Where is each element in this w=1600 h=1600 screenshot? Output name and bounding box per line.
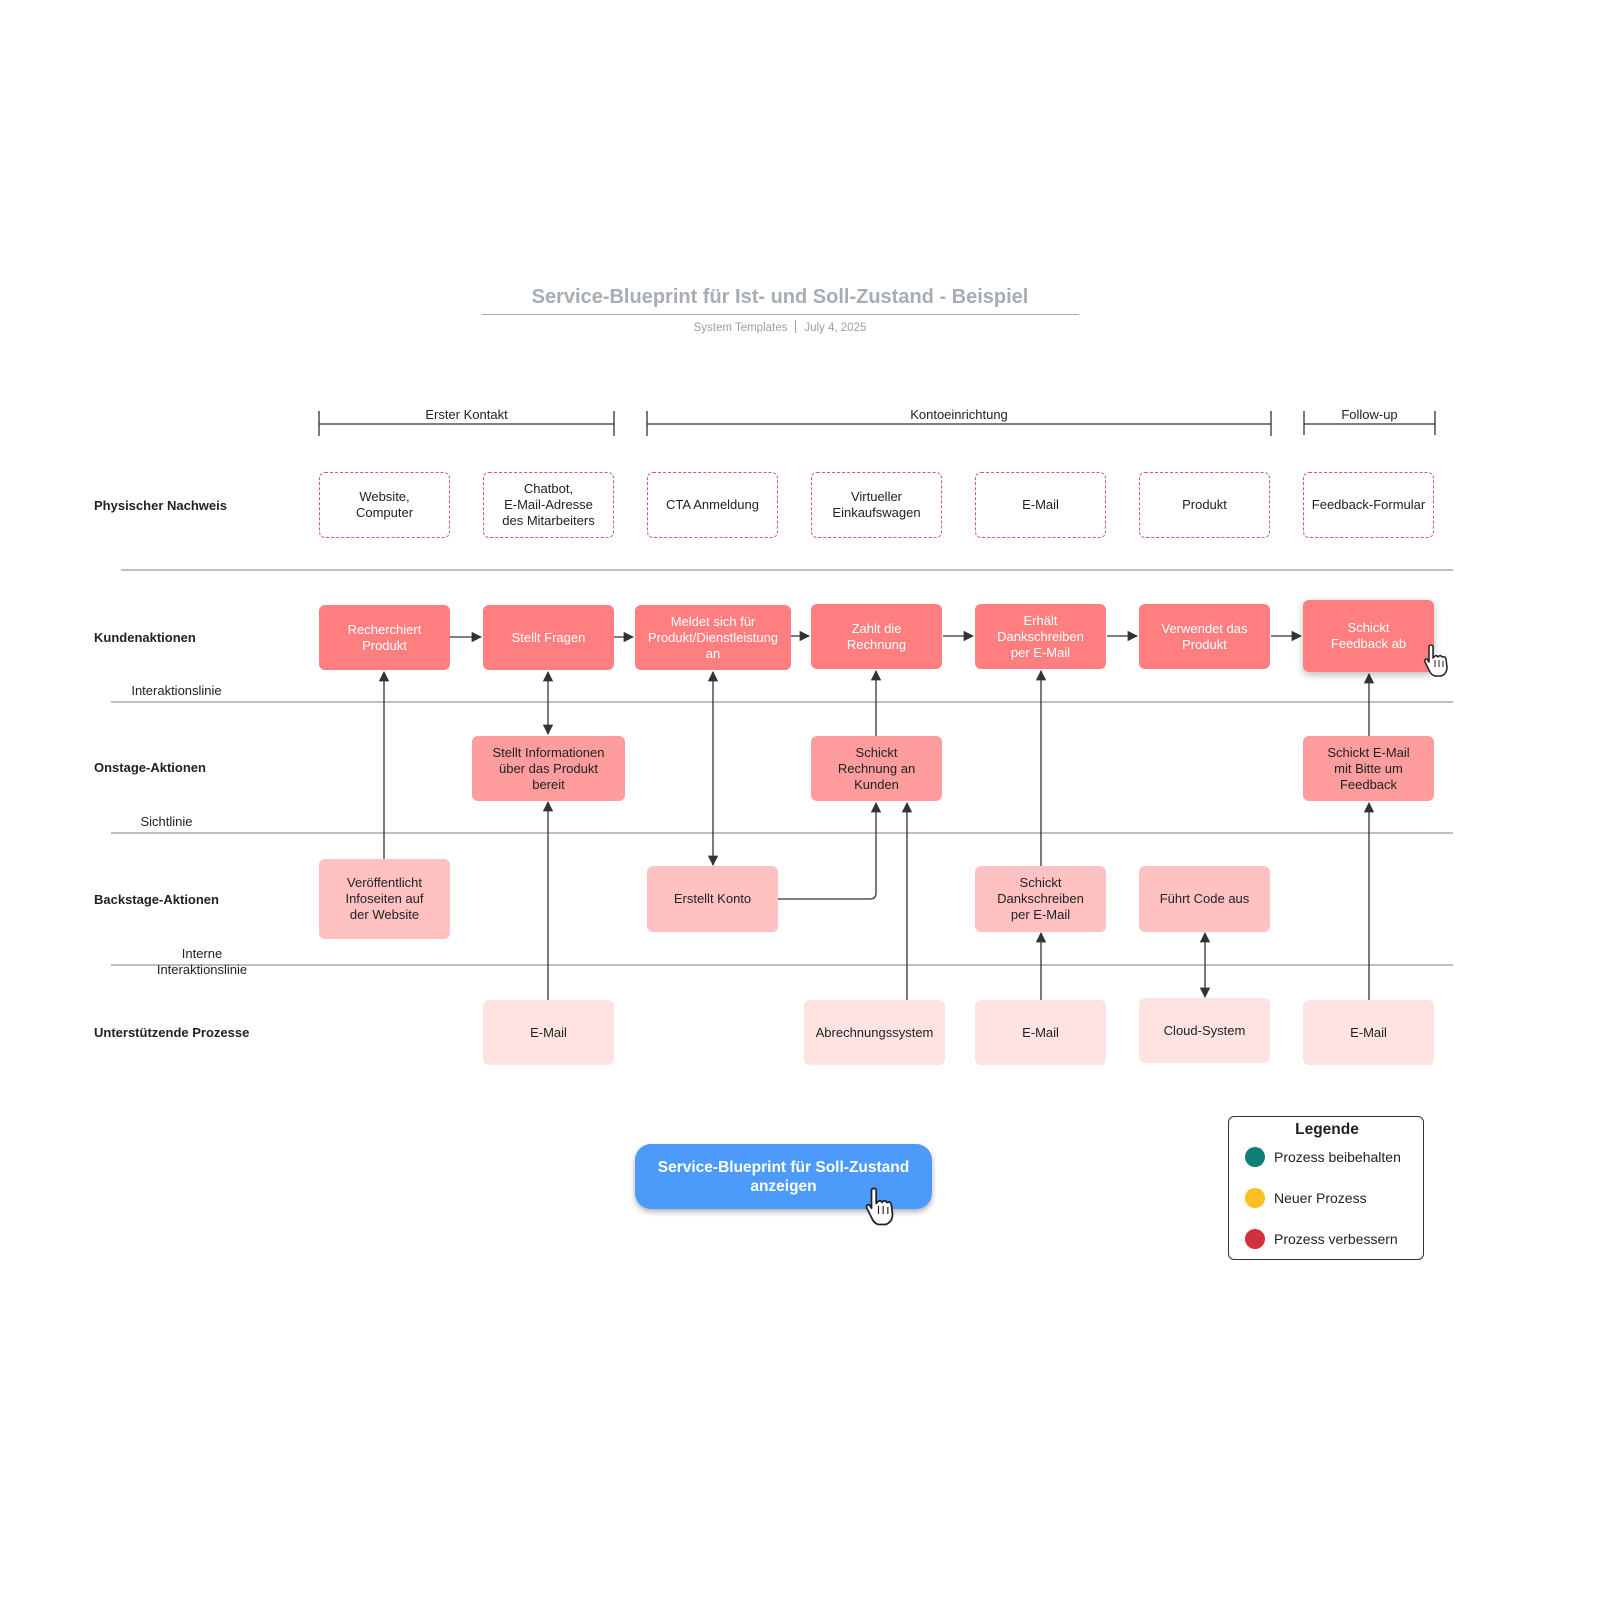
support-process-card-label: E-Mail <box>530 1024 567 1040</box>
backstage-action-card-label: Führt Code aus <box>1159 891 1250 906</box>
legend-dot-improve <box>1245 1229 1265 1249</box>
connector-account-to-invoice <box>778 801 882 900</box>
customer-action-card[interactable]: Stellt Fragen <box>483 605 614 670</box>
backstage-action-card-label: Schickt Dankschreiben per E-Mail <box>997 875 1084 922</box>
phase-label-erster-kontakt: Erster Kontakt <box>425 407 508 422</box>
backstage-action-card-label: Veröffentlicht Infoseiten auf der Websit… <box>345 875 424 922</box>
evidence-card-label: Website, Computer <box>355 489 414 520</box>
visibility-line-label: Sichtlinie <box>140 814 193 829</box>
legend-dot-new <box>1245 1188 1265 1208</box>
onstage-action-card-label: Stellt Informationen über das Produkt be… <box>492 744 605 792</box>
evidence-card[interactable]: Website, Computer <box>319 472 450 538</box>
hand-pointer-icon <box>865 1187 894 1226</box>
customer-action-card-label: Zahlt die Rechnung <box>846 620 907 652</box>
evidence-card[interactable]: Produkt <box>1139 472 1270 538</box>
onstage-action-card-label: Schickt E-Mail mit Bitte um Feedback <box>1327 744 1410 792</box>
legend-title: Legende <box>1295 1121 1359 1138</box>
legend-label-keep: Prozess beibehalten <box>1274 1149 1401 1165</box>
customer-action-card-label: Verwendet das Produkt <box>1161 620 1248 652</box>
backstage-action-card[interactable]: Erstellt Konto <box>647 866 778 932</box>
support-process-card-label: Abrechnungssystem <box>815 1024 934 1040</box>
customer-action-card-label: Recherchiert Produkt <box>347 621 422 653</box>
evidence-card[interactable]: E-Mail <box>975 472 1106 538</box>
customer-action-card-label: Erhält Dankschreiben per E-Mail <box>997 612 1084 660</box>
customer-action-card[interactable]: Recherchiert Produkt <box>319 605 450 670</box>
legend-label-new: Neuer Prozess <box>1274 1190 1367 1206</box>
onstage-action-card[interactable]: Schickt Rechnung an Kunden <box>811 736 942 801</box>
support-process-card-label: Cloud-System <box>1163 1022 1246 1038</box>
phase-label-kontoeinrichtung: Kontoeinrichtung <box>910 407 1008 422</box>
backstage-action-card[interactable]: Schickt Dankschreiben per E-Mail <box>975 866 1106 932</box>
customer-action-card[interactable]: Meldet sich für Produkt/Dienstleistung a… <box>635 605 791 670</box>
backstage-action-card-label: Erstellt Konto <box>673 891 752 906</box>
customer-action-card-label: Schickt Feedback ab <box>1330 620 1407 651</box>
hand-pointer-icon <box>1424 644 1448 677</box>
evidence-card[interactable]: Chatbot, E-Mail-Adresse des Mitarbeiters <box>483 472 614 538</box>
evidence-card-label: E-Mail <box>1022 497 1059 512</box>
legend-item-keep: Prozess beibehalten <box>1245 1147 1401 1167</box>
backstage-action-card[interactable]: Führt Code aus <box>1139 866 1270 932</box>
evidence-card[interactable]: Virtueller Einkaufswagen <box>811 472 942 538</box>
phase-label-follow-up: Follow-up <box>1341 407 1398 422</box>
support-process-card[interactable]: Cloud-System <box>1139 998 1270 1063</box>
legend-dot-keep <box>1245 1147 1265 1167</box>
support-process-card[interactable]: E-Mail <box>483 1000 614 1065</box>
support-process-card[interactable]: Abrechnungssystem <box>804 1000 945 1065</box>
evidence-card-label: Feedback-Formular <box>1311 497 1426 512</box>
customer-action-card[interactable]: Erhält Dankschreiben per E-Mail <box>975 604 1106 669</box>
legend-item-new: Neuer Prozess <box>1245 1188 1367 1208</box>
row-label-onstage: Onstage-Aktionen <box>94 760 206 775</box>
row-label-evidence: Physischer Nachweis <box>94 498 227 513</box>
onstage-action-card[interactable]: Schickt E-Mail mit Bitte um Feedback <box>1303 736 1434 801</box>
onstage-action-card-label: Schickt Rechnung an Kunden <box>837 744 916 792</box>
support-process-card-label: E-Mail <box>1022 1024 1059 1040</box>
evidence-card-label: CTA Anmeldung <box>666 497 759 512</box>
row-label-backstage: Backstage-Aktionen <box>94 892 219 907</box>
legend-label-improve: Prozess verbessern <box>1274 1231 1398 1247</box>
customer-action-card[interactable]: Verwendet das Produkt <box>1139 604 1270 669</box>
evidence-card-label: Virtueller Einkaufswagen <box>832 489 921 520</box>
evidence-card[interactable]: CTA Anmeldung <box>647 472 778 538</box>
internal-interaction-line-label: Interne Interaktionslinie <box>156 946 248 977</box>
evidence-card-label: Produkt <box>1182 497 1227 512</box>
onstage-action-card[interactable]: Stellt Informationen über das Produkt be… <box>472 736 625 801</box>
legend-item-improve: Prozess verbessern <box>1245 1229 1398 1249</box>
backstage-action-card[interactable]: Veröffentlicht Infoseiten auf der Websit… <box>319 859 450 939</box>
customer-action-card-label: Meldet sich für Produkt/Dienstleistung a… <box>647 613 779 661</box>
interaction-line-label: Interaktionslinie <box>131 683 222 698</box>
row-label-support: Unterstützende Prozesse <box>94 1025 250 1040</box>
support-process-card[interactable]: E-Mail <box>1303 1000 1434 1065</box>
customer-action-card[interactable]: Schickt Feedback ab <box>1303 600 1434 672</box>
support-process-card-label: E-Mail <box>1350 1024 1387 1040</box>
support-process-card[interactable]: E-Mail <box>975 1000 1106 1065</box>
row-label-customer: Kundenaktionen <box>94 630 196 645</box>
evidence-card[interactable]: Feedback-Formular <box>1303 472 1434 538</box>
legend: Legende Prozess beibehalten Neuer Prozes… <box>1228 1116 1424 1260</box>
customer-action-card-label: Stellt Fragen <box>511 629 586 645</box>
customer-action-card[interactable]: Zahlt die Rechnung <box>811 604 942 669</box>
evidence-card-label: Chatbot, E-Mail-Adresse des Mitarbeiters <box>502 481 595 528</box>
